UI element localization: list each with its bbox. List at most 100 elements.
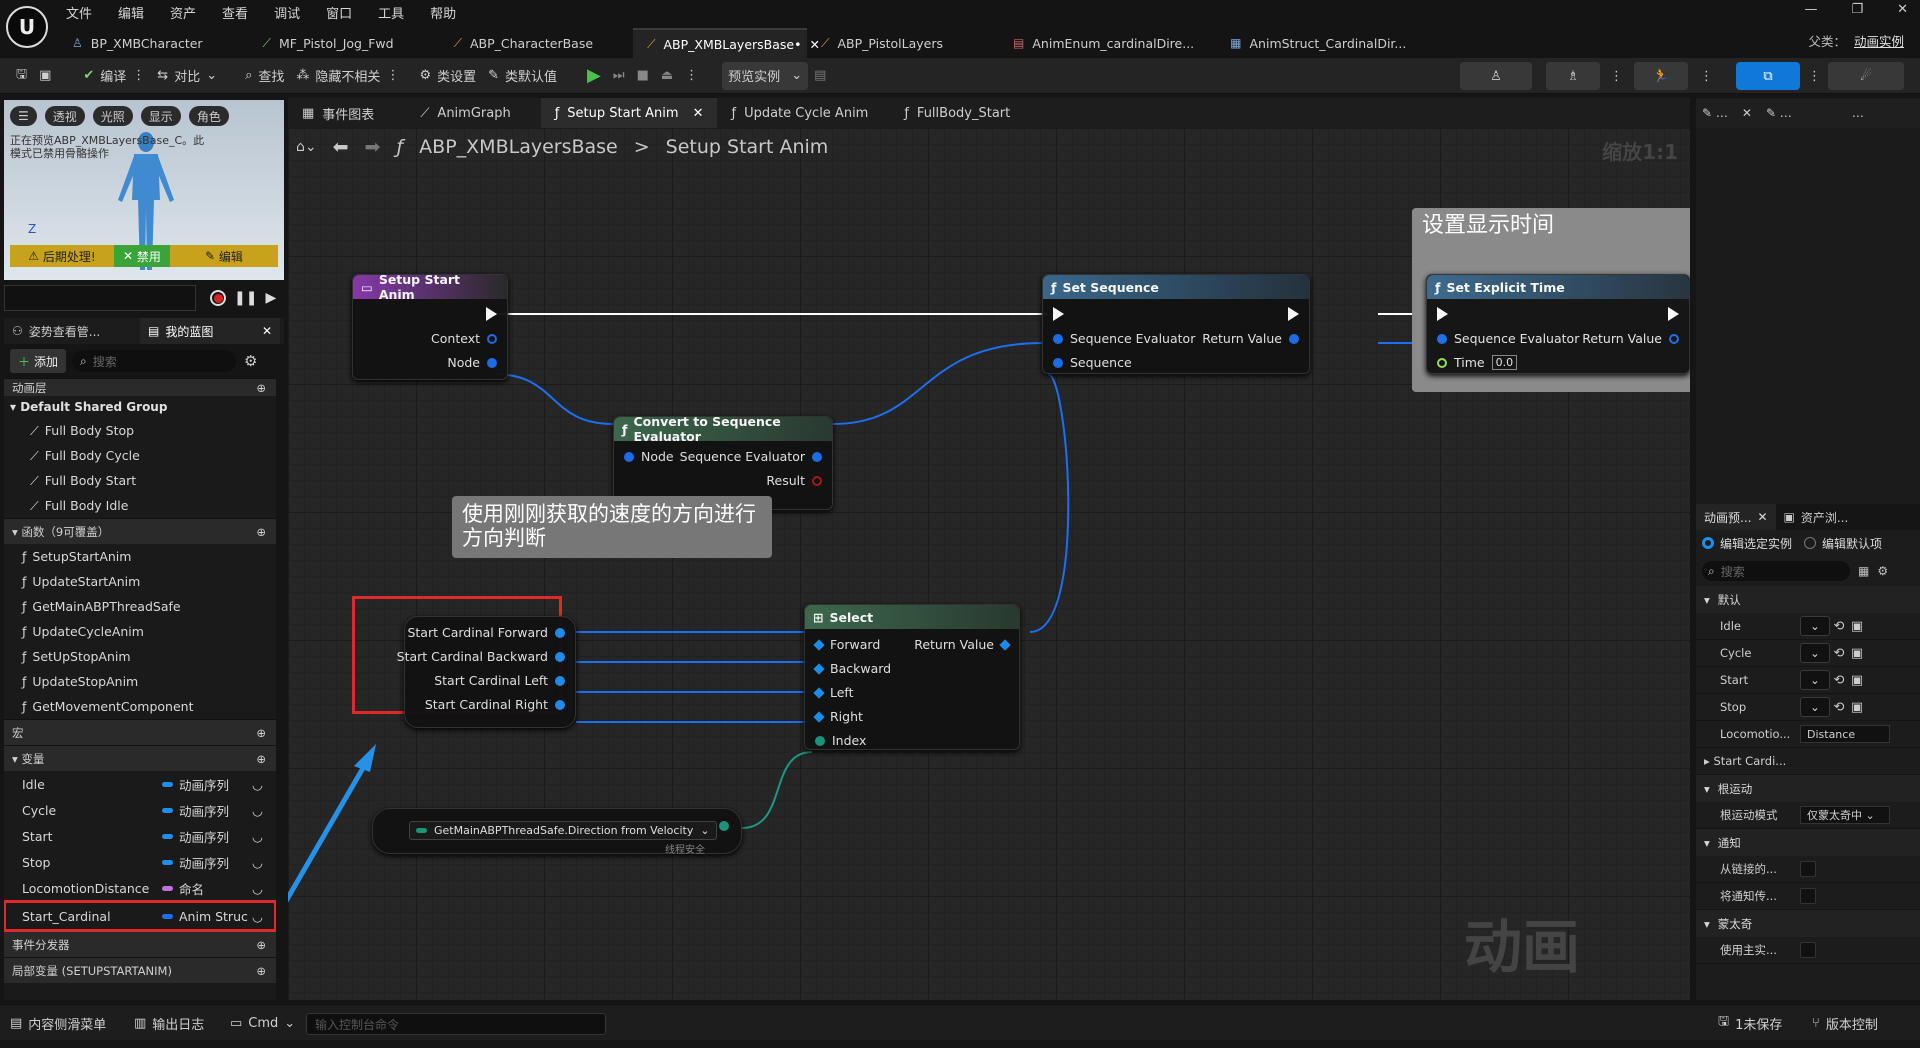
function-item[interactable]: ƒ SetupStartAnim — [4, 544, 276, 569]
direction-dropdown[interactable]: GetMainABPThreadSafe.Direction from Velo… — [409, 821, 717, 840]
node-set-explicit-time[interactable]: ƒ Set Explicit Time Sequence Evaluator Re… — [1426, 274, 1690, 374]
section-event-dispatchers[interactable]: 事件分发器 ⊕ — [4, 931, 276, 957]
tab-update-cycle-anim[interactable]: ƒ Update Cycle Anim — [717, 98, 882, 128]
compile-button[interactable]: ✔ 编译 ⋮ — [77, 62, 151, 90]
add-icon[interactable]: ⊕ — [256, 726, 266, 740]
browse-icon[interactable]: ▣ — [33, 62, 57, 90]
close-icon[interactable]: ✕ — [262, 324, 272, 338]
content-drawer-button[interactable]: ▤ 内容侧滑菜单 — [0, 1005, 116, 1041]
pin-context[interactable]: Context — [431, 331, 497, 346]
menu-icon[interactable]: ☰ — [10, 106, 37, 126]
back-arrow-icon[interactable]: ⬅ — [333, 136, 349, 158]
skeleton-mode-button[interactable]: ♙ — [1460, 62, 1532, 90]
pause-icon[interactable]: ❚❚ — [234, 290, 257, 306]
close-icon[interactable]: ✕ — [1897, 2, 1908, 17]
step-forward-icon[interactable]: ▶ — [265, 290, 276, 306]
menu-window[interactable]: 窗口 — [326, 3, 352, 22]
pin-node[interactable]: Node — [447, 355, 497, 370]
doc-tab-animenum[interactable]: ▤ AnimEnum_cardinalDire... — [999, 28, 1210, 58]
getter-left[interactable]: Start Cardinal Left — [434, 673, 565, 688]
variable-item[interactable]: LocomotionDistance 命名 ◡ — [4, 875, 276, 901]
getter-backward[interactable]: Start Cardinal Backward — [397, 649, 565, 664]
gear-icon[interactable]: ⚙ — [1877, 564, 1888, 578]
tab-event-graph[interactable]: ▦ 事件图表 — [288, 98, 388, 128]
pin-sequence-evaluator[interactable]: Sequence Evaluator — [1437, 331, 1579, 346]
menu-asset[interactable]: 资产 — [170, 3, 196, 22]
reset-icon[interactable]: ⟲ — [1830, 698, 1848, 716]
exec-in-pin[interactable] — [1437, 307, 1448, 321]
timeline-field[interactable] — [4, 285, 196, 311]
section-local-variables[interactable]: 局部变量 (SETUPSTARTANIM) ⊕ — [4, 957, 276, 983]
pin-sequence-evaluator-out[interactable]: Sequence Evaluator — [680, 449, 822, 464]
debug-filter-icon[interactable]: ▤ — [808, 62, 832, 90]
add-icon[interactable]: ⊕ — [256, 938, 266, 952]
unreal-logo[interactable]: U — [6, 6, 48, 48]
close-icon[interactable]: ✕ — [1742, 106, 1752, 120]
class-defaults-button[interactable]: ✎ 类默认值 — [482, 62, 563, 90]
checkbox[interactable] — [1800, 942, 1816, 958]
mesh-mode-button[interactable]: ♗ — [1546, 62, 1600, 90]
variable-item[interactable]: Cycle 动画序列 ◡ — [4, 797, 276, 823]
disable-button[interactable]: ✕ 禁用 — [114, 245, 170, 267]
settings-gear-icon[interactable]: ⚙ — [244, 352, 257, 370]
browse-icon[interactable]: ▣ — [1848, 671, 1866, 689]
blueprint-graph[interactable]: ⌂⌄ ⬅ ➡ ƒ ABP_XMBLayersBase > Setup Start… — [288, 128, 1690, 1000]
section-montage[interactable]: ▾ 蒙太奇 — [1696, 910, 1920, 937]
hide-unrelated-button[interactable]: ⁂ 隐藏不相关 ⋮ — [290, 62, 405, 90]
restore-icon[interactable]: ❐ — [1851, 2, 1863, 17]
add-icon[interactable]: ⊕ — [256, 752, 266, 766]
add-icon[interactable]: ⊕ — [256, 381, 266, 395]
perspective-button[interactable]: 透视 — [44, 106, 85, 126]
section-macros[interactable]: 宏 ⊕ — [4, 719, 276, 745]
radio-defaults[interactable] — [1804, 537, 1817, 549]
diff-button[interactable]: ⇆ 对比 ⌄ — [151, 62, 223, 90]
property-row[interactable]: ▸ Start Cardi... — [1696, 748, 1920, 775]
dropdown[interactable]: ⌄ — [1800, 697, 1830, 717]
lighting-button[interactable]: 光照 — [92, 106, 133, 126]
pin-return-value[interactable]: Return Value — [914, 637, 1011, 652]
reset-icon[interactable]: ⟲ — [1830, 617, 1848, 635]
parent-class-link[interactable]: 动画实例 — [1854, 31, 1904, 50]
show-button[interactable]: 显示 — [140, 106, 181, 126]
variable-item[interactable]: Stop 动画序列 ◡ — [4, 849, 276, 875]
save-icon[interactable]: 🖫 — [10, 62, 33, 90]
locomotion-field[interactable]: Distance — [1800, 725, 1890, 743]
section-variables[interactable]: ▾ 变量 ⊕ — [4, 745, 276, 771]
tab-anim-graph[interactable]: ⟋ AnimGraph — [406, 98, 524, 128]
getter-forward[interactable]: Start Cardinal Forward — [407, 625, 565, 640]
tab-anim-preview[interactable]: 动画预... ✕ — [1696, 504, 1776, 530]
reset-icon[interactable]: ⟲ — [1830, 671, 1848, 689]
pin-return-value[interactable]: Return Value — [1582, 331, 1679, 346]
step-icon[interactable]: ⏭ — [607, 62, 631, 90]
close-icon[interactable]: ✕ — [1757, 510, 1767, 524]
browse-icon[interactable]: ▣ — [1848, 617, 1866, 635]
exec-in-pin[interactable] — [1053, 307, 1064, 321]
dropdown[interactable]: ⌄ — [1800, 643, 1830, 663]
direction-out-pin[interactable] — [719, 821, 729, 831]
function-item[interactable]: ƒ GetMovementComponent — [4, 694, 276, 719]
node-setup-start-anim[interactable]: ▭ Setup Start Anim Context Node — [352, 272, 508, 380]
pin-sequence[interactable]: Sequence — [1053, 355, 1132, 370]
play-icon[interactable]: ▶ — [581, 62, 607, 90]
pen-icon[interactable]: ✎ … — [1702, 106, 1728, 120]
node-select[interactable]: ⊞ Select Forward Return Value Backward Le… — [804, 604, 1020, 750]
root-motion-dropdown[interactable]: 仅蒙太奇中 ⌄ — [1800, 806, 1890, 824]
node-set-sequence[interactable]: ƒ Set Sequence Sequence Evaluator Return … — [1042, 274, 1310, 374]
forward-arrow-icon[interactable]: ➡ — [365, 136, 381, 158]
pin-return-value[interactable]: Return Value — [1202, 331, 1299, 346]
edit-button[interactable]: ✎ 编辑 — [170, 245, 278, 267]
tab-setup-start-anim[interactable]: ƒ Setup Start Anim ✕ — [540, 98, 718, 128]
search-input[interactable]: ⌕ 搜索 — [72, 350, 237, 372]
default-shared-group[interactable]: ▾ Default Shared Group — [4, 396, 276, 418]
eye-icon[interactable]: ◡ — [252, 909, 263, 924]
checkbox[interactable] — [1800, 888, 1816, 904]
browse-icon[interactable]: ▣ — [1848, 644, 1866, 662]
menu-debug[interactable]: 调试 — [274, 3, 300, 22]
dropdown[interactable]: ⌄ — [1800, 616, 1830, 636]
section-anim-layers[interactable]: 动画层 ⊕ — [4, 378, 276, 396]
section-root-motion[interactable]: ▾ 根运动 — [1696, 775, 1920, 802]
class-settings-button[interactable]: ⚙ 类设置 — [413, 62, 482, 90]
menu-tools[interactable]: 工具 — [378, 3, 404, 22]
table-view-icon[interactable]: ▦ — [1858, 564, 1869, 578]
variable-item-start-cardinal[interactable]: Start_Cardinal Anim Struc ◡ — [4, 900, 276, 932]
